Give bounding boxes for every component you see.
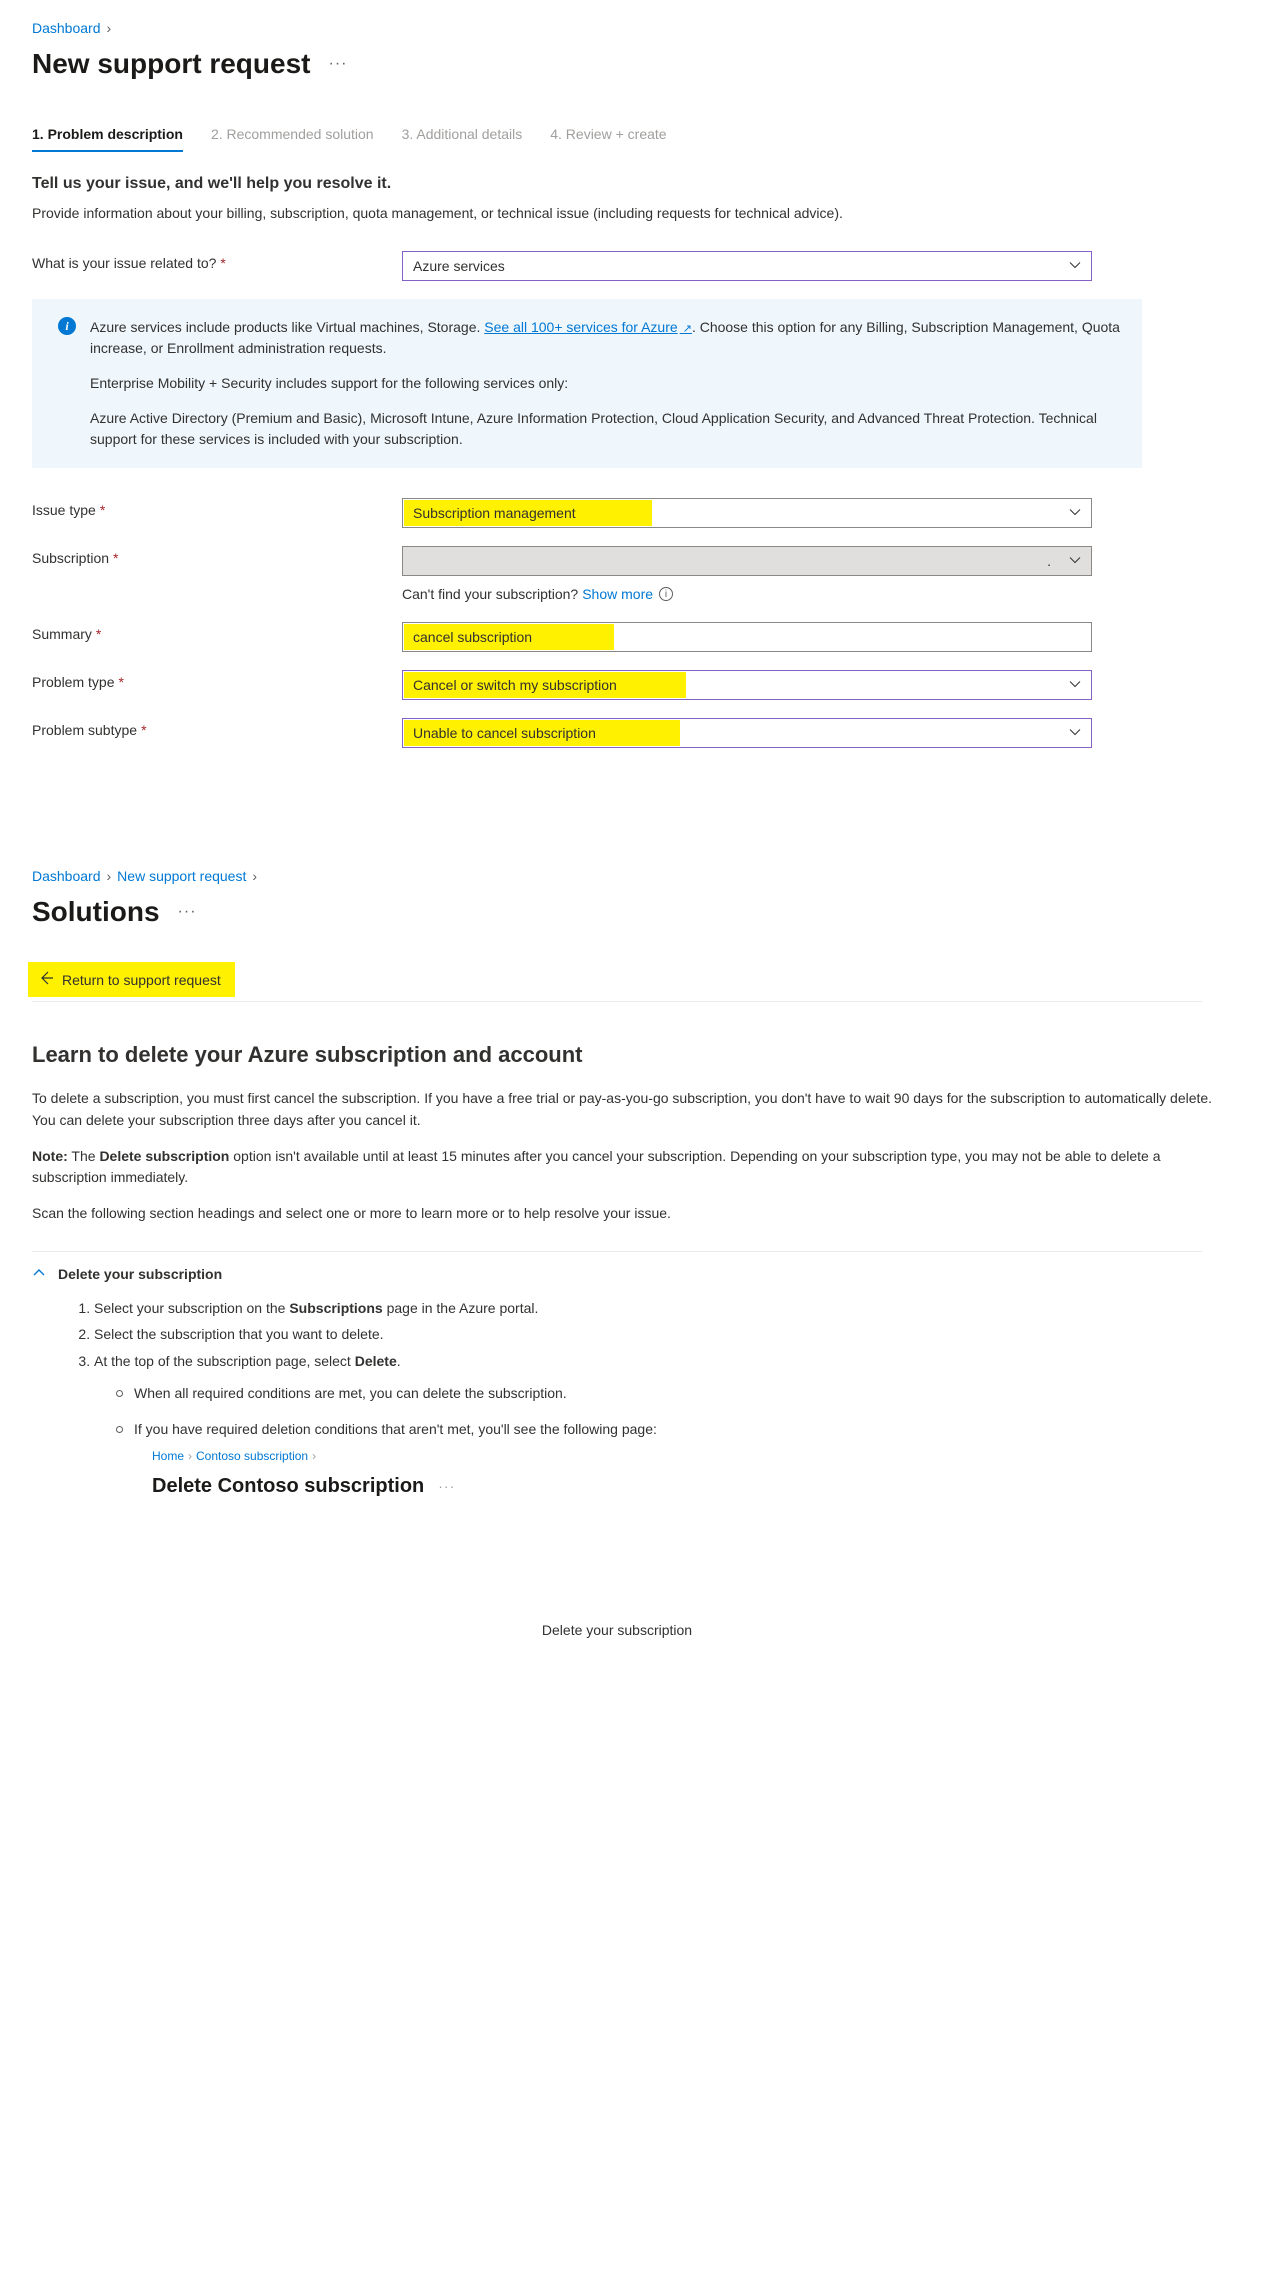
label-issue-related: What is your issue related to?*: [32, 251, 402, 271]
breadcrumb: Dashboard › New support request ›: [32, 868, 1285, 884]
nested-page-title: Delete Contoso subscription: [152, 1470, 424, 1502]
solutions-note: Note: The Delete subscription option isn…: [32, 1146, 1232, 1189]
label-problem-type: Problem type*: [32, 670, 402, 690]
page-title: Solutions: [32, 896, 160, 928]
section-heading: Tell us your issue, and we'll help you r…: [32, 175, 1285, 193]
step-3-bullet-2: If you have required deletion conditions…: [116, 1418, 1285, 1502]
accordion-body: Select your subscription on the Subscrip…: [32, 1297, 1285, 1502]
label-issue-type: Issue type*: [32, 498, 402, 518]
cant-find-subscription: Can't find your subscription? Show more …: [402, 586, 1142, 602]
breadcrumb-dashboard[interactable]: Dashboard: [32, 20, 101, 36]
nested-screenshot: Home › Contoso subscription › Delete Con…: [152, 1447, 1285, 1502]
label-summary: Summary*: [32, 622, 402, 642]
chevron-right-icon: ›: [107, 868, 112, 884]
step-2: Select the subscription that you want to…: [94, 1323, 1285, 1345]
divider: [32, 1001, 1202, 1002]
chevron-down-icon: [1069, 258, 1081, 274]
tab-additional-details: 3. Additional details: [402, 120, 523, 152]
external-link-icon: ↗: [680, 323, 692, 335]
select-subscription[interactable]: .: [402, 546, 1092, 576]
chevron-down-icon: [1069, 677, 1081, 693]
return-to-support-request-button[interactable]: Return to support request: [28, 962, 235, 997]
tab-problem-description[interactable]: 1. Problem description: [32, 120, 183, 152]
chevron-up-icon: [32, 1266, 46, 1283]
select-issue-type[interactable]: Subscription management: [402, 498, 1092, 528]
solutions-scan-hint: Scan the following section headings and …: [32, 1203, 1232, 1225]
info-panel: i Azure services include products like V…: [32, 299, 1142, 468]
nested-breadcrumb-home: Home: [152, 1447, 184, 1466]
breadcrumb-new-support-request[interactable]: New support request: [117, 868, 246, 884]
select-problem-subtype[interactable]: Unable to cancel subscription: [402, 718, 1092, 748]
more-actions-icon[interactable]: ···: [178, 903, 197, 921]
input-summary[interactable]: cancel subscription: [402, 622, 1092, 652]
page-title: New support request: [32, 48, 310, 80]
more-actions-icon: ···: [438, 1475, 455, 1497]
arrow-left-icon: [38, 970, 54, 989]
accordion-delete-your-subscription[interactable]: Delete your subscription: [32, 1252, 1285, 1297]
step-1: Select your subscription on the Subscrip…: [94, 1297, 1285, 1319]
tab-review-create: 4. Review + create: [550, 120, 666, 152]
tab-recommended-solution: 2. Recommended solution: [211, 120, 374, 152]
step-3: At the top of the subscription page, sel…: [94, 1350, 1285, 1502]
wizard-tabs: 1. Problem description 2. Recommended so…: [32, 120, 1285, 153]
solutions-paragraph: To delete a subscription, you must first…: [32, 1088, 1232, 1131]
breadcrumb-dashboard[interactable]: Dashboard: [32, 868, 101, 884]
section-description: Provide information about your billing, …: [32, 203, 1032, 223]
link-all-services[interactable]: See all 100+ services for Azure ↗: [484, 319, 692, 335]
chevron-down-icon: [1069, 505, 1081, 521]
step-3-bullet-1: When all required conditions are met, yo…: [116, 1382, 1285, 1404]
more-actions-icon[interactable]: ···: [328, 55, 347, 73]
info-outline-icon[interactable]: i: [659, 587, 673, 601]
subscription-trailing-dot: .: [1047, 553, 1051, 569]
chevron-right-icon: ›: [107, 20, 112, 36]
footer-heading: Delete your subscription: [32, 1622, 1202, 1638]
nested-breadcrumb-contoso: Contoso subscription: [196, 1447, 308, 1466]
select-problem-type[interactable]: Cancel or switch my subscription: [402, 670, 1092, 700]
chevron-down-icon: [1069, 553, 1081, 569]
info-icon: i: [58, 317, 76, 335]
label-subscription: Subscription*: [32, 546, 402, 566]
label-problem-subtype: Problem subtype*: [32, 718, 402, 738]
select-issue-related[interactable]: Azure services: [402, 251, 1092, 281]
chevron-down-icon: [1069, 725, 1081, 741]
breadcrumb: Dashboard ›: [32, 20, 1285, 36]
chevron-right-icon: ›: [252, 868, 257, 884]
solutions-heading: Learn to delete your Azure subscription …: [32, 1042, 1285, 1068]
link-show-more[interactable]: Show more: [582, 586, 653, 602]
